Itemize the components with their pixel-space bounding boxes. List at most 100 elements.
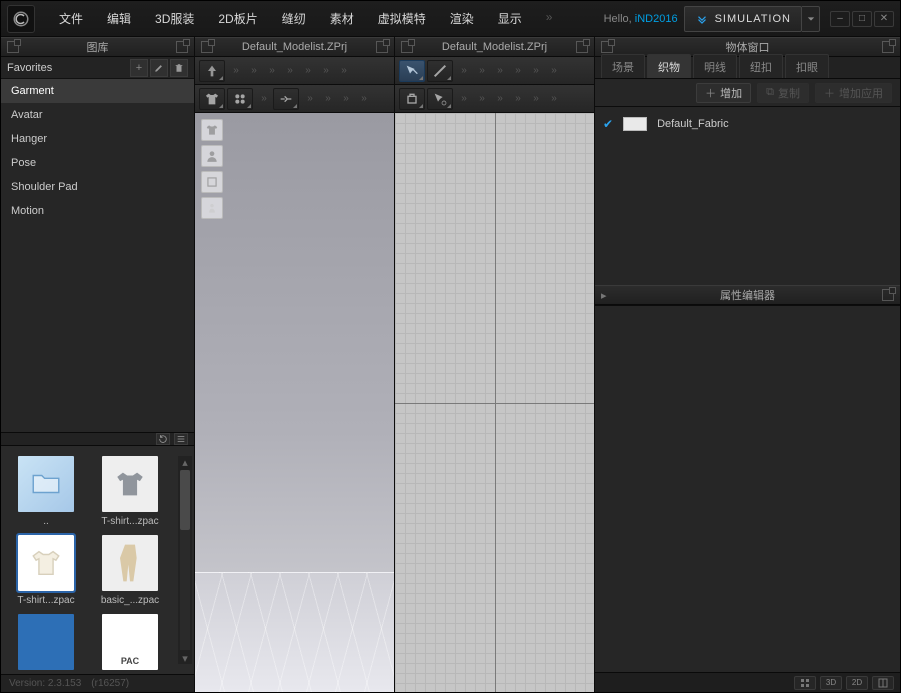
- add-button[interactable]: ＋增加: [696, 83, 751, 103]
- simulation-dropdown[interactable]: [802, 6, 820, 32]
- thumb-label: T-shirt...zpac: [91, 516, 169, 527]
- copy-button[interactable]: ⧉复制: [757, 83, 809, 103]
- tool-sep: »: [355, 93, 371, 104]
- check-icon[interactable]: ✔: [603, 117, 613, 131]
- tab-topstitch[interactable]: 明线: [693, 54, 737, 78]
- add-apply-button[interactable]: ＋增加应用: [815, 83, 892, 103]
- fabric-row[interactable]: ✔ Default_Fabric: [603, 113, 892, 135]
- viewport-2d[interactable]: [395, 113, 594, 692]
- window-controls: – □ ✕: [830, 11, 894, 27]
- viewport-2d-title: Default_Modelist.ZPrj: [413, 41, 576, 53]
- viewport-3d-overlay-icons: [201, 119, 223, 219]
- simulation-label: SIMULATION: [715, 13, 791, 25]
- menu-2dpattern[interactable]: 2D板片: [206, 4, 269, 33]
- popout2-icon[interactable]: [176, 41, 188, 53]
- thumb-fabric-swatch[interactable]: [7, 614, 85, 674]
- tool-sep: »: [281, 65, 297, 76]
- refresh-button[interactable]: [156, 433, 170, 445]
- menu-edit[interactable]: 编辑: [95, 4, 143, 33]
- tshirt-icon: [113, 467, 147, 501]
- thumb-pants[interactable]: basic_...zpac: [91, 535, 169, 606]
- menu-render[interactable]: 渲染: [438, 4, 486, 33]
- popout-icon[interactable]: [7, 41, 19, 53]
- tool-sewing[interactable]: [399, 88, 425, 110]
- show-surface-icon[interactable]: [201, 171, 223, 193]
- tab-scene[interactable]: 场景: [601, 54, 645, 78]
- menu-avatar[interactable]: 虚拟模特: [366, 4, 438, 33]
- main-body: 图库 Favorites + Garment Avatar Hanger Pos…: [1, 37, 900, 692]
- tool-edit-pattern[interactable]: [399, 60, 425, 82]
- popout2-icon[interactable]: [376, 41, 388, 53]
- popout-icon[interactable]: [201, 41, 213, 53]
- scroll-thumb[interactable]: [180, 470, 190, 530]
- window-close-button[interactable]: ✕: [874, 11, 894, 27]
- listview-button[interactable]: [174, 433, 188, 445]
- cat-pose[interactable]: Pose: [1, 151, 194, 175]
- thumb-pac-file[interactable]: PAC: [91, 614, 169, 674]
- viewport-2d-titlebar: Default_Modelist.ZPrj: [395, 37, 594, 57]
- tool-sep: »: [245, 65, 261, 76]
- popout-icon[interactable]: [601, 41, 613, 53]
- tool-sep: »: [263, 65, 279, 76]
- property-editor: [595, 305, 900, 672]
- fav-delete-button[interactable]: [170, 59, 188, 77]
- tool-simulate[interactable]: [199, 60, 225, 82]
- popout2-icon[interactable]: [882, 289, 894, 301]
- fav-edit-button[interactable]: [150, 59, 168, 77]
- tool-sep: »: [337, 93, 353, 104]
- thumbs-scrollbar[interactable]: ▴ ▾: [178, 456, 192, 665]
- popout2-icon[interactable]: [576, 41, 588, 53]
- viewport-3d[interactable]: [195, 113, 394, 692]
- status-layout-icon[interactable]: [872, 676, 894, 690]
- library-titlebar: 图库: [1, 37, 194, 57]
- tool-sep: »: [509, 93, 525, 104]
- cat-garment[interactable]: Garment: [1, 79, 194, 103]
- app-logo-icon[interactable]: [7, 5, 35, 33]
- popout2-icon[interactable]: [882, 41, 894, 53]
- tab-buttonhole[interactable]: 扣眼: [785, 54, 829, 78]
- tab-fabric[interactable]: 织物: [647, 54, 691, 78]
- list-icon: [176, 434, 186, 444]
- thumb-tshirt-grey[interactable]: T-shirt...zpac: [91, 456, 169, 527]
- tool-transform[interactable]: [427, 60, 453, 82]
- fav-add-button[interactable]: +: [130, 59, 148, 77]
- show-garment-icon[interactable]: [201, 119, 223, 141]
- cat-avatar[interactable]: Avatar: [1, 103, 194, 127]
- menu-display[interactable]: 显示: [486, 4, 534, 33]
- cat-shoulder-pad[interactable]: Shoulder Pad: [1, 175, 194, 199]
- window-maximize-button[interactable]: □: [852, 11, 872, 27]
- tool-sep: »: [545, 93, 561, 104]
- cat-hanger[interactable]: Hanger: [1, 127, 194, 151]
- object-panel-title: 物体窗口: [613, 39, 882, 55]
- show-bust-icon[interactable]: [201, 197, 223, 219]
- favorites-bar: Favorites +: [1, 57, 194, 79]
- fabric-swatch[interactable]: [623, 117, 647, 131]
- menu-3dgarment[interactable]: 3D服装: [143, 4, 206, 33]
- status-grid-icon[interactable]: [794, 676, 816, 690]
- status-3d-button[interactable]: 3D: [820, 676, 842, 690]
- tool-align[interactable]: [273, 88, 299, 110]
- viewport-3d-title: Default_Modelist.ZPrj: [213, 41, 376, 53]
- thumb-tshirt-white[interactable]: T-shirt...zpac: [7, 535, 85, 606]
- simulation-button[interactable]: SIMULATION: [684, 6, 802, 32]
- status-bar: 3D 2D: [595, 672, 900, 692]
- thumb-parent-folder[interactable]: ..: [7, 456, 85, 527]
- version-bar: Version: 2.3.153 (r16257): [1, 674, 194, 692]
- tool-free-sewing[interactable]: [427, 88, 453, 110]
- show-avatar-icon[interactable]: [201, 145, 223, 167]
- tool-garment[interactable]: [199, 88, 225, 110]
- menu-file[interactable]: 文件: [47, 4, 95, 33]
- tool-arrangement[interactable]: [227, 88, 253, 110]
- add-label: 增加: [720, 85, 742, 101]
- menu-material[interactable]: 素材: [318, 4, 366, 33]
- menu-more-icon[interactable]: »: [534, 4, 565, 33]
- object-list: ✔ Default_Fabric: [595, 107, 900, 285]
- status-2d-button[interactable]: 2D: [846, 676, 868, 690]
- tab-button[interactable]: 纽扣: [739, 54, 783, 78]
- cat-motion[interactable]: Motion: [1, 199, 194, 223]
- menu-sewing[interactable]: 缝纫: [270, 4, 318, 33]
- library-splitbar[interactable]: [1, 432, 194, 446]
- popout-icon[interactable]: [401, 41, 413, 53]
- window-minimize-button[interactable]: –: [830, 11, 850, 27]
- collapse-icon[interactable]: ▸: [601, 289, 613, 302]
